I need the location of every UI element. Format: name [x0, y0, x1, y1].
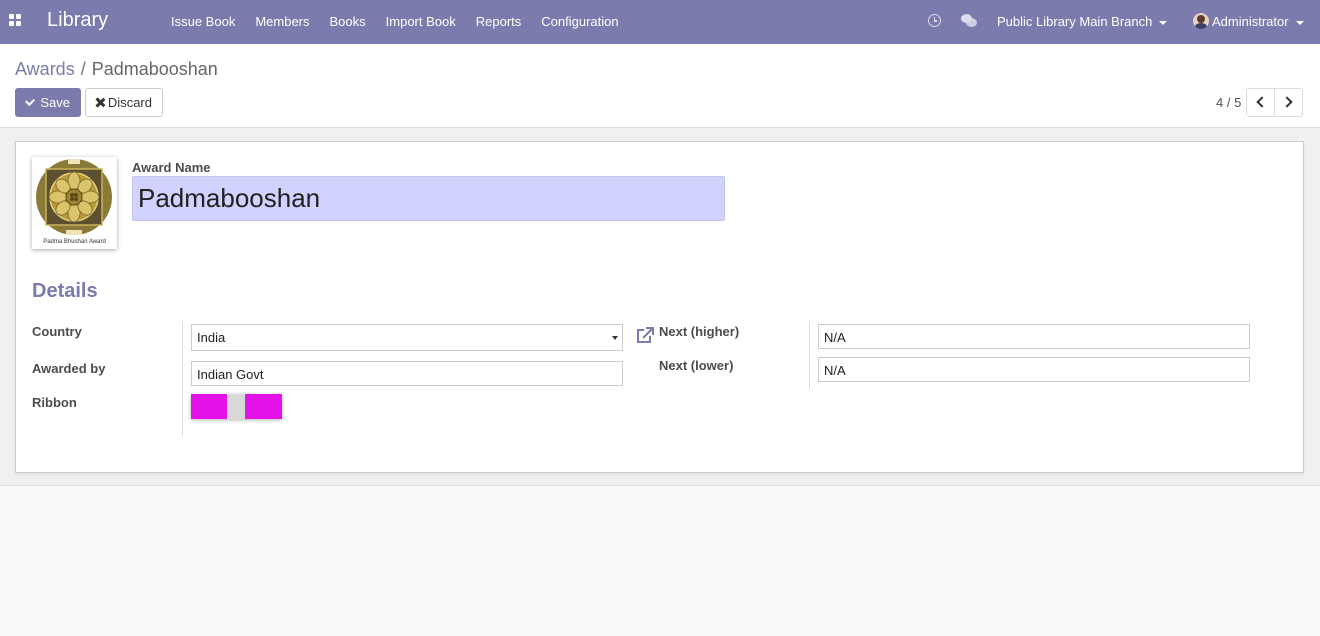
pager-previous-button[interactable] [1246, 88, 1275, 117]
branch-name: Public Library Main Branch [997, 14, 1153, 29]
next-lower-input[interactable]: N/A [818, 357, 1250, 382]
next-higher-input[interactable]: N/A [818, 324, 1250, 349]
country-label: Country [32, 324, 82, 339]
main-menu: Issue Book Members Books Import Book Rep… [171, 14, 639, 29]
top-navbar: Library Issue Book Members Books Import … [0, 0, 1320, 44]
branch-switcher[interactable]: Public Library Main Branch [997, 14, 1168, 29]
apps-menu-icon[interactable] [9, 14, 21, 26]
award-image[interactable]: Padma Bhushan Award [32, 157, 117, 249]
chevron-right-icon [1281, 96, 1293, 108]
discard-label: Discard [107, 95, 152, 110]
pager-next-button[interactable] [1274, 88, 1303, 117]
breadcrumb-awards-link[interactable]: Awards [15, 59, 75, 79]
award-name-label: Award Name [132, 160, 211, 175]
ribbon-label: Ribbon [32, 395, 77, 410]
menu-item-import-book[interactable]: Import Book [386, 14, 456, 29]
menu-item-issue-book[interactable]: Issue Book [171, 14, 235, 29]
medal-icon [32, 157, 117, 239]
menu-item-reports[interactable]: Reports [476, 14, 522, 29]
caret-down-icon [612, 336, 618, 340]
country-value: India [197, 330, 226, 345]
award-image-caption: Padma Bhushan Award [43, 239, 106, 245]
next-higher-label: Next (higher) [659, 324, 740, 339]
awarded-by-input[interactable]: Indian Govt [191, 361, 623, 386]
clock-icon[interactable] [928, 14, 941, 27]
ribbon-stripe [245, 394, 282, 419]
chevron-left-icon [1256, 96, 1268, 108]
caret-down-icon [1159, 20, 1168, 25]
check-icon [25, 95, 36, 107]
chat-icon[interactable] [961, 14, 977, 27]
menu-item-members[interactable]: Members [255, 14, 309, 29]
details-section-title: Details [32, 280, 98, 302]
caret-down-icon [1295, 20, 1304, 25]
pager-value[interactable]: 4 / 5 [1216, 95, 1241, 110]
ribbon-stripe [227, 394, 245, 419]
close-icon [96, 98, 103, 107]
breadcrumb: Awards / Padmabooshan [15, 59, 218, 80]
discard-button[interactable]: Discard [85, 88, 163, 117]
ribbon-stripe [191, 394, 227, 419]
external-link-icon[interactable] [636, 327, 655, 344]
menu-item-configuration[interactable]: Configuration [541, 14, 618, 29]
avatar[interactable] [1193, 13, 1209, 29]
awarded-by-label: Awarded by [32, 361, 106, 376]
next-lower-label: Next (lower) [659, 358, 734, 373]
award-name-input[interactable]: Padmabooshan [132, 176, 725, 221]
country-select[interactable]: India [191, 324, 623, 351]
menu-item-books[interactable]: Books [330, 14, 366, 29]
user-name: Administrator [1212, 14, 1289, 29]
control-panel: Awards / Padmabooshan Save Discard 4 / 5 [0, 44, 1320, 128]
app-brand[interactable]: Library [47, 9, 108, 32]
left-group-divider [182, 321, 183, 436]
breadcrumb-current: Padmabooshan [91, 59, 218, 79]
right-group-divider [809, 321, 810, 389]
save-button[interactable]: Save [15, 88, 81, 117]
breadcrumb-separator: / [80, 59, 86, 79]
save-label: Save [40, 95, 70, 110]
user-menu[interactable]: Administrator [1212, 14, 1304, 29]
ribbon-swatch[interactable] [191, 394, 282, 419]
form-sheet: Padma Bhushan Award Award Name Padmaboos… [15, 141, 1304, 473]
